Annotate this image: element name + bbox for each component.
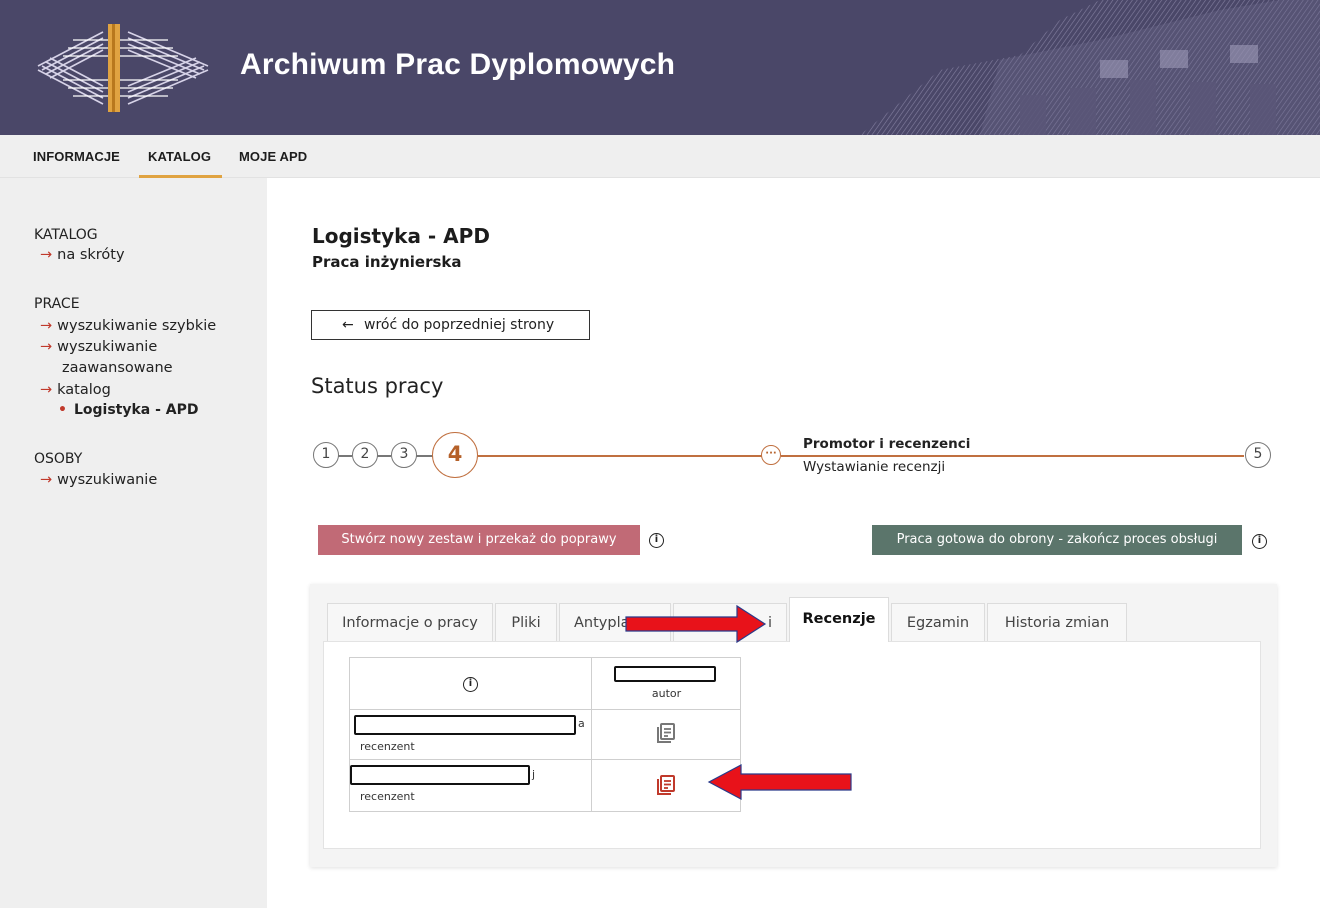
step-connector: [377, 455, 391, 457]
sidebar-link-katalog[interactable]: → katalog: [40, 380, 111, 401]
progress-line: [478, 455, 762, 457]
nav-informacje[interactable]: INFORMACJE: [33, 149, 120, 164]
status-title: Status pracy: [311, 374, 444, 398]
step-1: 1: [313, 442, 339, 468]
table-header-author-cell: autor: [591, 657, 741, 710]
name-suffix: a: [578, 717, 585, 730]
name-suffix: j: [532, 768, 536, 781]
document-list-icon[interactable]: [657, 723, 675, 743]
substep-dots-icon: ···: [761, 445, 781, 465]
step-5: 5: [1245, 442, 1271, 468]
info-icon[interactable]: i: [1252, 534, 1267, 549]
sidebar-group-katalog: KATALOG: [34, 227, 98, 243]
app-title: Archiwum Prac Dyplomowych: [240, 48, 676, 81]
sidebar-group-prace: PRACE: [34, 296, 80, 312]
top-navigation: INFORMACJE KATALOG MOJE APD: [0, 135, 1320, 178]
step-2: 2: [352, 442, 378, 468]
sidebar-link-na-skroty[interactable]: → na skróty: [40, 245, 125, 266]
reviewer-role: recenzent: [360, 790, 415, 803]
page-subtitle: Praca inżynierska: [312, 253, 462, 271]
site-header: Archiwum Prac Dyplomowych: [0, 0, 1320, 135]
table-row: j recenzent: [349, 759, 741, 812]
arrow-right-icon: →: [40, 382, 53, 398]
annotation-arrow-left-icon: [707, 764, 852, 800]
table-row: a recenzent: [349, 709, 741, 760]
redacted-name: [354, 715, 576, 735]
building-illustration: [860, 0, 1320, 135]
nav-katalog[interactable]: KATALOG: [148, 149, 211, 164]
arrow-right-icon: →: [40, 339, 53, 355]
tab-egzamin[interactable]: Egzamin: [891, 603, 985, 641]
info-icon[interactable]: i: [463, 677, 478, 692]
reviewer-role: recenzent: [360, 740, 415, 753]
arrow-left-icon: ←: [342, 317, 354, 333]
reviews-table: i autor a recenzent j recenzent: [349, 657, 741, 812]
substep-label: Promotor i recenzenci: [803, 436, 971, 452]
redacted-name: [350, 765, 530, 785]
reviewer-cell: a recenzent: [349, 709, 592, 760]
sidebar-link-wyszukiwanie-zaawansowane[interactable]: → wyszukiwanie zaawansowane: [40, 337, 210, 379]
page-title: Logistyka - APD: [312, 224, 490, 248]
author-label: autor: [651, 687, 682, 700]
table-header-info-cell: i: [349, 657, 592, 710]
nav-moje-apd[interactable]: MOJE APD: [239, 149, 307, 164]
document-list-icon[interactable]: [657, 775, 675, 795]
sidebar-link-osoby-wyszukiwanie[interactable]: → wyszukiwanie: [40, 470, 157, 491]
sidebar-group-osoby: OSOBY: [34, 451, 83, 467]
reviewer-cell: j recenzent: [349, 759, 592, 812]
tab-recenzje[interactable]: Recenzje: [789, 597, 889, 642]
arrow-right-icon: →: [40, 247, 53, 263]
sidebar: [0, 178, 267, 908]
arrow-right-icon: →: [40, 318, 53, 334]
step-3: 3: [391, 442, 417, 468]
redacted-name: [614, 666, 716, 682]
back-button[interactable]: ← wróć do poprzedniej strony: [311, 310, 590, 340]
sidebar-link-wyszukiwanie-szybkie[interactable]: → wyszukiwanie szybkie: [40, 316, 216, 337]
info-icon[interactable]: i: [649, 533, 664, 548]
ready-for-defense-button[interactable]: Praca gotowa do obrony - zakończ proces …: [872, 525, 1242, 555]
step-connector: [338, 455, 352, 457]
tab-informacje[interactable]: Informacje o pracy: [327, 603, 493, 641]
step-connector: [416, 455, 433, 457]
annotation-arrow-right-icon: [625, 604, 767, 644]
review-doc-cell: [591, 709, 741, 760]
progress-line: [781, 455, 1244, 457]
tab-historia-zmian[interactable]: Historia zmian: [987, 603, 1127, 641]
step-4-current: 4: [432, 432, 478, 478]
substep-status: Wystawianie recenzji: [803, 459, 946, 475]
tab-pliki[interactable]: Pliki: [495, 603, 557, 641]
bullet-icon: •: [58, 402, 67, 418]
reject-and-return-button[interactable]: Stwórz nowy zestaw i przekaż do poprawy: [318, 525, 640, 555]
apd-logo-icon[interactable]: [28, 18, 218, 118]
arrow-right-icon: →: [40, 472, 53, 488]
sidebar-active-item[interactable]: • Logistyka - APD: [58, 402, 199, 418]
table-header-row: i autor: [349, 657, 741, 710]
